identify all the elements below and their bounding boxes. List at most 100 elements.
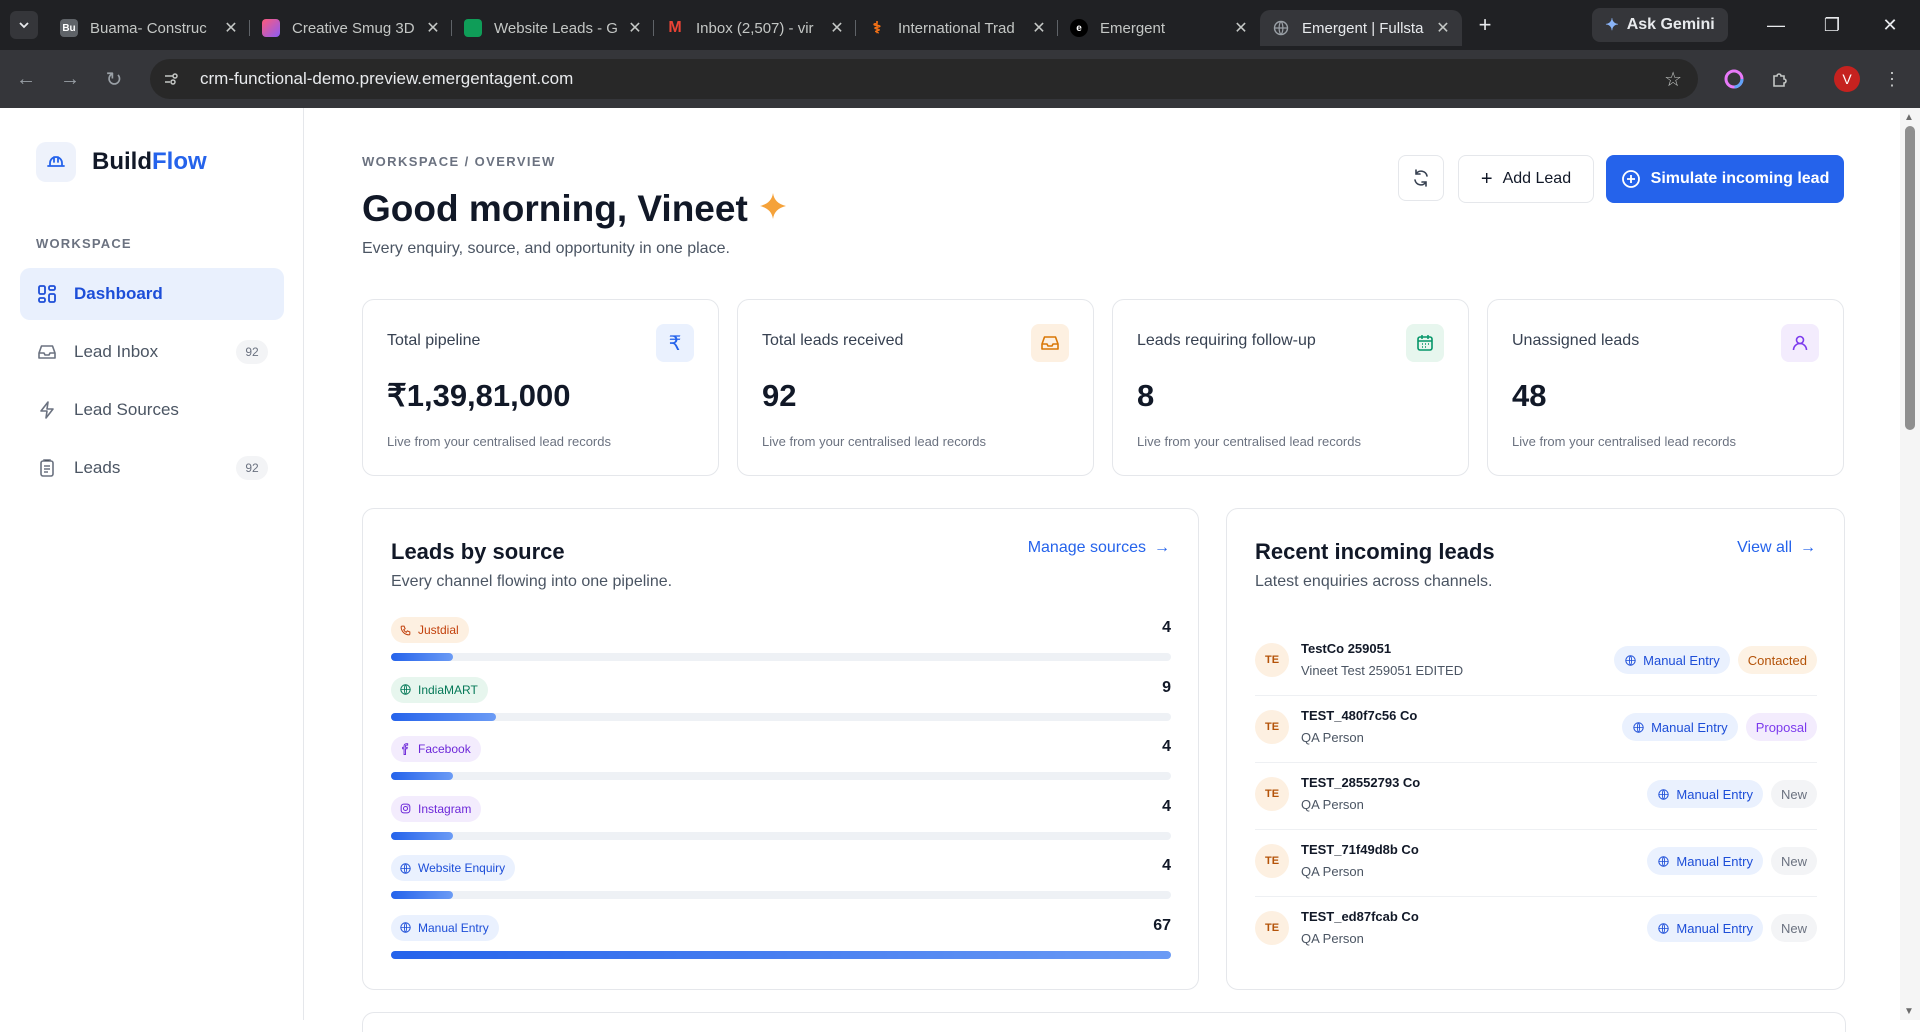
count-badge: 92: [236, 456, 268, 480]
close-icon[interactable]: ✕: [1232, 18, 1250, 38]
plus-icon: +: [1480, 167, 1493, 190]
stat-value: ₹1,39,81,000: [387, 378, 571, 413]
source-count: 4: [1162, 797, 1171, 815]
close-icon[interactable]: ✕: [626, 18, 644, 38]
source-count: 67: [1153, 916, 1171, 934]
grid-icon: [36, 283, 58, 305]
browser-tab[interactable]: e Emergent ✕: [1058, 10, 1260, 46]
inbox-icon: [36, 341, 58, 363]
add-lead-label: Add Lead: [1502, 170, 1572, 187]
instagram-icon: [400, 803, 411, 814]
lead-row[interactable]: TE TestCo 259051 Vineet Test 259051 EDITED…: [1255, 629, 1817, 696]
url-text: crm-functional-demo.preview.emergentagen…: [200, 69, 574, 88]
minimize-button[interactable]: —: [1748, 0, 1804, 50]
lead-person: QA Person: [1301, 864, 1364, 879]
lead-tags: Manual Entry New: [1647, 780, 1817, 808]
extensions-puzzle-icon[interactable]: [1764, 63, 1796, 95]
sidebar-item-leads[interactable]: Leads 92: [20, 442, 284, 494]
simulate-lead-button[interactable]: Simulate incoming lead: [1606, 155, 1844, 203]
restore-button[interactable]: ❐: [1804, 0, 1860, 50]
source-name: Facebook: [418, 742, 471, 756]
close-icon[interactable]: ✕: [1434, 18, 1452, 38]
source-chip: Facebook: [391, 736, 481, 762]
site-info-icon[interactable]: [154, 62, 188, 96]
color-picker-extension-icon[interactable]: [1718, 63, 1750, 95]
card-title: Recent incoming leads: [1255, 539, 1495, 564]
bookmark-star-icon[interactable]: ☆: [1664, 67, 1682, 92]
window-close-button[interactable]: ✕: [1862, 0, 1918, 50]
manage-sources-link[interactable]: Manage sources →: [1028, 539, 1170, 557]
reload-button[interactable]: ↻: [96, 61, 132, 97]
tray-icon: [1031, 324, 1069, 362]
ask-gemini-button[interactable]: ✦ Ask Gemini: [1592, 8, 1728, 42]
source-bar-fill: [391, 653, 454, 661]
scrollbar-thumb[interactable]: [1905, 126, 1915, 430]
new-tab-button[interactable]: +: [1468, 12, 1502, 38]
forward-button[interactable]: →: [52, 61, 88, 97]
browser-tab[interactable]: M Inbox (2,507) - vir ✕: [654, 10, 856, 46]
brand-name: BuildFlow: [92, 148, 207, 175]
lead-row[interactable]: TE TEST_28552793 Co QA Person Manual Entry N…: [1255, 763, 1817, 830]
source-chip: Instagram: [391, 795, 482, 822]
browser-tab[interactable]: Website Leads - G ✕: [452, 10, 654, 46]
brand-logo[interactable]: BuildFlow: [36, 142, 207, 182]
close-icon[interactable]: ✕: [222, 18, 240, 38]
close-icon[interactable]: ✕: [828, 18, 846, 38]
stat-note: Live from your centralised lead records: [387, 434, 611, 449]
back-button[interactable]: ←: [8, 61, 44, 97]
address-bar[interactable]: crm-functional-demo.preview.emergentagen…: [150, 59, 1698, 99]
close-icon[interactable]: ✕: [1030, 18, 1048, 38]
trade-logo-icon: ⚕: [872, 20, 882, 37]
globe-icon: [1272, 19, 1290, 37]
user-icon: [1781, 324, 1819, 362]
lead-row[interactable]: TE TEST_ed87fcab Co QA Person Manual Entry N…: [1255, 897, 1817, 964]
source-row-manual-entry: Manual Entry 67: [391, 914, 1171, 965]
status-badge: New: [1770, 780, 1817, 808]
profile-avatar[interactable]: V: [1834, 66, 1860, 92]
leads-by-source-card: Leads by source Every channel flowing in…: [362, 508, 1199, 990]
arrow-right-icon: →: [1800, 539, 1816, 556]
gemini-icon: ✦: [1605, 17, 1619, 34]
browser-menu-icon[interactable]: ⋮: [1876, 63, 1908, 95]
sidebar: BuildFlow WORKSPACE Dashboard Lead Inbox…: [0, 108, 304, 1020]
lead-row[interactable]: TE TEST_71f49d8b Co QA Person Manual Entry N…: [1255, 830, 1817, 897]
lead-avatar: TE: [1255, 911, 1289, 945]
manual-entry-icon: [400, 922, 411, 933]
sidebar-item-lead-sources[interactable]: Lead Sources: [20, 384, 284, 436]
tab-search-button[interactable]: [10, 11, 38, 39]
close-icon[interactable]: ✕: [424, 18, 442, 38]
source-count: 9: [1162, 678, 1171, 696]
status-badge: New: [1770, 914, 1817, 942]
lead-person: QA Person: [1301, 931, 1364, 946]
browser-tab[interactable]: Creative Smug 3D ✕: [250, 10, 452, 46]
browser-tab-active[interactable]: Emergent | Fullsta ✕: [1260, 10, 1462, 46]
status-badge: Contacted: [1737, 646, 1817, 674]
source-bar-track: [391, 712, 1171, 721]
refresh-icon: [1414, 169, 1428, 187]
page-scrollbar[interactable]: ▲ ▼: [1900, 108, 1920, 1020]
sidebar-item-dashboard[interactable]: Dashboard: [20, 268, 284, 320]
sidebar-item-lead-inbox[interactable]: Lead Inbox 92: [20, 326, 284, 378]
source-name: IndiaMART: [418, 682, 478, 697]
facebook-icon: [402, 742, 409, 755]
globe-icon: [1658, 922, 1670, 934]
tab-favicon: [262, 19, 280, 37]
source-chip: Manual Entry: [391, 914, 499, 941]
lead-row[interactable]: TE TEST_480f7c56 Co QA Person Manual Entry P…: [1255, 696, 1817, 763]
page-title: Good morning, Vineet: [362, 188, 788, 230]
source-row-instagram: Instagram 4: [391, 795, 1171, 846]
sidebar-section-label: WORKSPACE: [36, 236, 132, 251]
page-subtitle: Every enquiry, source, and opportunity i…: [362, 240, 730, 257]
browser-tab[interactable]: Bu Buama- Construc ✕: [48, 10, 250, 46]
browser-tab[interactable]: ⚕ International Trad ✕: [856, 10, 1058, 46]
source-bar-track: [391, 772, 1171, 780]
source-count: 4: [1162, 738, 1171, 755]
source-bar-track: [391, 891, 1171, 899]
source-chip: IndiaMART: [391, 676, 488, 703]
add-lead-button[interactable]: + Add Lead: [1458, 155, 1594, 203]
stat-value: 92: [762, 378, 797, 413]
emergent-icon: e: [1070, 19, 1088, 37]
refresh-button[interactable]: [1398, 155, 1444, 201]
clipboard-icon: [36, 457, 58, 479]
view-all-link[interactable]: View all →: [1737, 539, 1816, 557]
